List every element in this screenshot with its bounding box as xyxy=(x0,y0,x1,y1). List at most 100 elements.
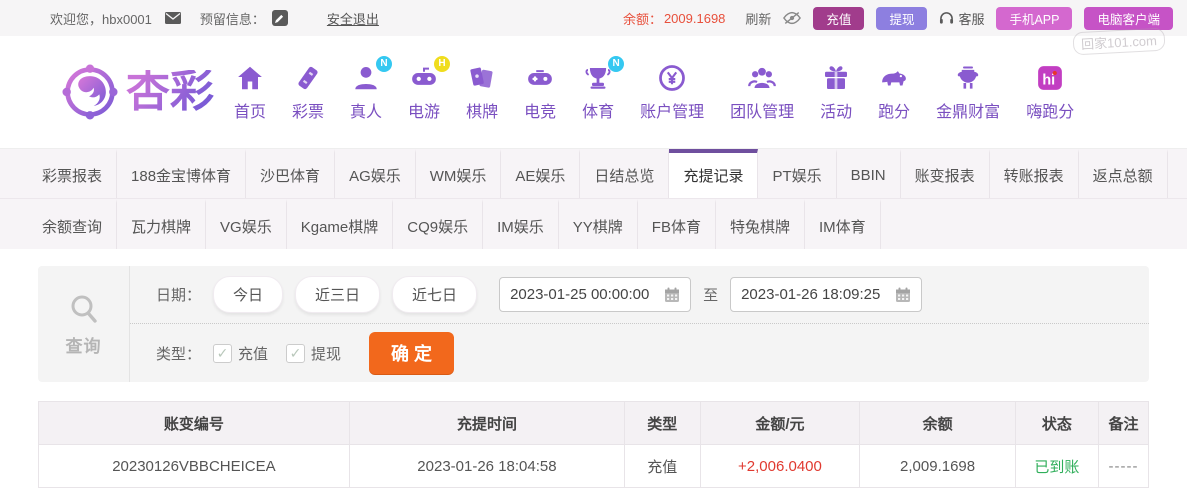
tab[interactable]: 充提记录 xyxy=(669,149,759,198)
logout-link[interactable]: 安全退出 xyxy=(327,9,379,28)
nav-item-label: 跑分 xyxy=(878,103,911,121)
date-to-input[interactable]: 2023-01-26 18:09:25 xyxy=(730,277,923,312)
main-nav: 首页 彩票 N 真人 H 电游 棋牌 电竞 N 体育 账户管理 团队管理 活动 … xyxy=(234,55,1074,122)
balance-label: 余额： xyxy=(622,11,662,27)
tab[interactable]: IM体育 xyxy=(805,199,881,249)
type-checkbox-label: 充值 xyxy=(238,345,269,363)
tab[interactable]: 特兔棋牌 xyxy=(716,199,805,249)
tab[interactable]: 瓦力棋牌 xyxy=(117,199,207,249)
nav-item[interactable]: 棋牌 xyxy=(466,63,498,122)
checkbox-icon xyxy=(213,343,233,363)
type-checkbox-label: 提现 xyxy=(311,345,342,363)
eye-off-icon[interactable] xyxy=(783,11,802,25)
query-label: 查询 xyxy=(65,336,102,356)
tab[interactable]: BBIN xyxy=(837,149,901,198)
mobile-app-button[interactable]: 手机APP xyxy=(996,6,1073,30)
deposit-button[interactable]: 充值 xyxy=(813,6,865,30)
tab[interactable]: 账变报表 xyxy=(901,149,990,198)
date-from-input[interactable]: 2023-01-25 00:00:00 xyxy=(499,277,692,312)
tab[interactable]: 188金宝博体育 xyxy=(117,149,247,198)
nav-badge: H xyxy=(434,55,451,72)
nav-item[interactable]: hi 嗨跑分 xyxy=(1026,63,1074,122)
tab[interactable]: FB体育 xyxy=(638,199,716,249)
nav-item[interactable]: N 真人 xyxy=(350,55,393,122)
tab[interactable]: YY棋牌 xyxy=(559,199,638,249)
nav-item[interactable]: 首页 xyxy=(234,63,266,122)
query-panel-side: 查询 xyxy=(38,266,130,382)
refresh-button[interactable]: 刷新 xyxy=(745,9,771,28)
quick-range-pill[interactable]: 近七日 xyxy=(392,276,478,313)
account-coin-icon xyxy=(657,63,687,93)
type-filter-row: 类型： 充值 提现 确 定 xyxy=(130,324,1149,382)
tab[interactable]: 返点总额 xyxy=(1079,149,1168,198)
home-icon xyxy=(235,63,265,93)
envelope-icon[interactable] xyxy=(164,12,181,24)
tab[interactable]: CQ9娱乐 xyxy=(393,199,484,249)
cell-remark: ----- xyxy=(1098,444,1149,488)
type-checkbox[interactable]: 提现 xyxy=(286,343,341,364)
table-header-row: 账变编号 充提时间 类型 金额/元 余额 状态 备注 xyxy=(38,401,1149,445)
tab[interactable]: 彩票报表 xyxy=(28,149,118,198)
tab[interactable]: Kgame棋牌 xyxy=(287,199,394,249)
nav-item-label: 嗨跑分 xyxy=(1026,103,1075,121)
search-icon xyxy=(67,292,101,326)
esports-gamepad-icon xyxy=(525,63,555,93)
nav-item-label: 真人 xyxy=(350,103,383,121)
reserved-info-label: 预留信息： xyxy=(199,11,265,27)
type-label: 类型： xyxy=(156,345,202,363)
cell-time: 2023-01-26 18:04:58 xyxy=(348,444,626,488)
date-filter-row: 日期： 今日 近三日 近七日 2023-01-25 00:00:00 至 202… xyxy=(130,266,1149,324)
site-watermark: 回家101.com xyxy=(1072,27,1166,56)
table-header-cell: 备注 xyxy=(1098,401,1149,445)
topbar: 欢迎您，hbx0001 预留信息： 安全退出 余额： 2009.1698 刷新 … xyxy=(0,0,1187,36)
type-checkbox-group: 充值 提现 xyxy=(213,343,341,364)
cell-amount: +2,006.0400 xyxy=(699,444,861,488)
quick-range-pill[interactable]: 近三日 xyxy=(295,276,381,313)
tab[interactable]: PT娱乐 xyxy=(758,149,837,198)
table-header-cell: 状态 xyxy=(1014,401,1100,445)
table-header-cell: 充提时间 xyxy=(348,401,626,445)
nav-item[interactable]: N 体育 xyxy=(582,55,625,122)
nav-item[interactable]: 金鼎财富 xyxy=(936,63,1000,122)
nav-item[interactable]: H 电游 xyxy=(408,55,451,122)
tab[interactable]: VG娱乐 xyxy=(206,199,287,249)
nav-item[interactable]: 活动 xyxy=(820,63,852,122)
pc-client-button[interactable]: 电脑客户端 xyxy=(1084,6,1173,30)
tab[interactable]: AE娱乐 xyxy=(501,149,581,198)
tab[interactable]: 沙巴体育 xyxy=(246,149,336,198)
nav-item[interactable]: 团队管理 xyxy=(730,63,794,122)
nav-badge: N xyxy=(376,55,393,72)
nav-badge: N xyxy=(608,55,625,72)
tab-row-2: 余额查询 瓦力棋牌 VG娱乐 Kgame棋牌 CQ9娱乐 IM娱乐 YY棋牌 F… xyxy=(0,199,1187,249)
brand-logo[interactable]: 杏彩 xyxy=(62,64,214,120)
tab[interactable]: WM娱乐 xyxy=(416,149,502,198)
tab[interactable]: IM娱乐 xyxy=(483,199,559,249)
chess-cards-icon xyxy=(467,63,497,93)
quick-range-pill[interactable]: 今日 xyxy=(213,276,284,313)
brand-name: 杏彩 xyxy=(126,67,214,116)
tab[interactable]: 余额查询 xyxy=(28,199,118,249)
customer-service-button[interactable]: 客服 xyxy=(939,9,984,28)
nav-item[interactable]: 彩票 xyxy=(292,63,324,122)
query-panel-main: 日期： 今日 近三日 近七日 2023-01-25 00:00:00 至 202… xyxy=(130,266,1149,382)
tab-row-1: 彩票报表 188金宝博体育 沙巴体育 AG娱乐 WM娱乐 AE娱乐 日结总览 充… xyxy=(0,149,1187,199)
paofen-rhino-icon xyxy=(879,63,909,93)
edit-icon[interactable] xyxy=(271,10,288,26)
withdraw-button[interactable]: 提现 xyxy=(876,6,928,30)
brand-flower-icon xyxy=(62,64,118,120)
nav-item[interactable]: 账户管理 xyxy=(640,63,704,122)
tab[interactable]: 转账报表 xyxy=(990,149,1079,198)
quick-range-group: 今日 近三日 近七日 xyxy=(213,276,478,313)
table-body: 20230126VBBCHEICEA 2023-01-26 18:04:58 充… xyxy=(38,444,1149,488)
customer-service-label: 客服 xyxy=(958,11,985,27)
nav-item[interactable]: 电竞 xyxy=(524,63,556,122)
tab[interactable]: AG娱乐 xyxy=(335,149,416,198)
query-filter-panel: 查询 日期： 今日 近三日 近七日 2023-01-25 00:00:00 至 … xyxy=(38,266,1149,382)
type-checkbox[interactable]: 充值 xyxy=(213,343,268,364)
tab[interactable]: 日结总览 xyxy=(580,149,670,198)
nav-item[interactable]: 跑分 xyxy=(878,63,910,122)
headset-icon xyxy=(939,11,954,25)
confirm-button[interactable]: 确 定 xyxy=(369,332,455,374)
site-header: 杏彩 首页 彩票 N 真人 H 电游 棋牌 电竞 N 体育 账户管理 团队管理 … xyxy=(0,36,1187,148)
records-table: 账变编号 充提时间 类型 金额/元 余额 状态 备注 20230126VBBCH… xyxy=(38,401,1149,488)
